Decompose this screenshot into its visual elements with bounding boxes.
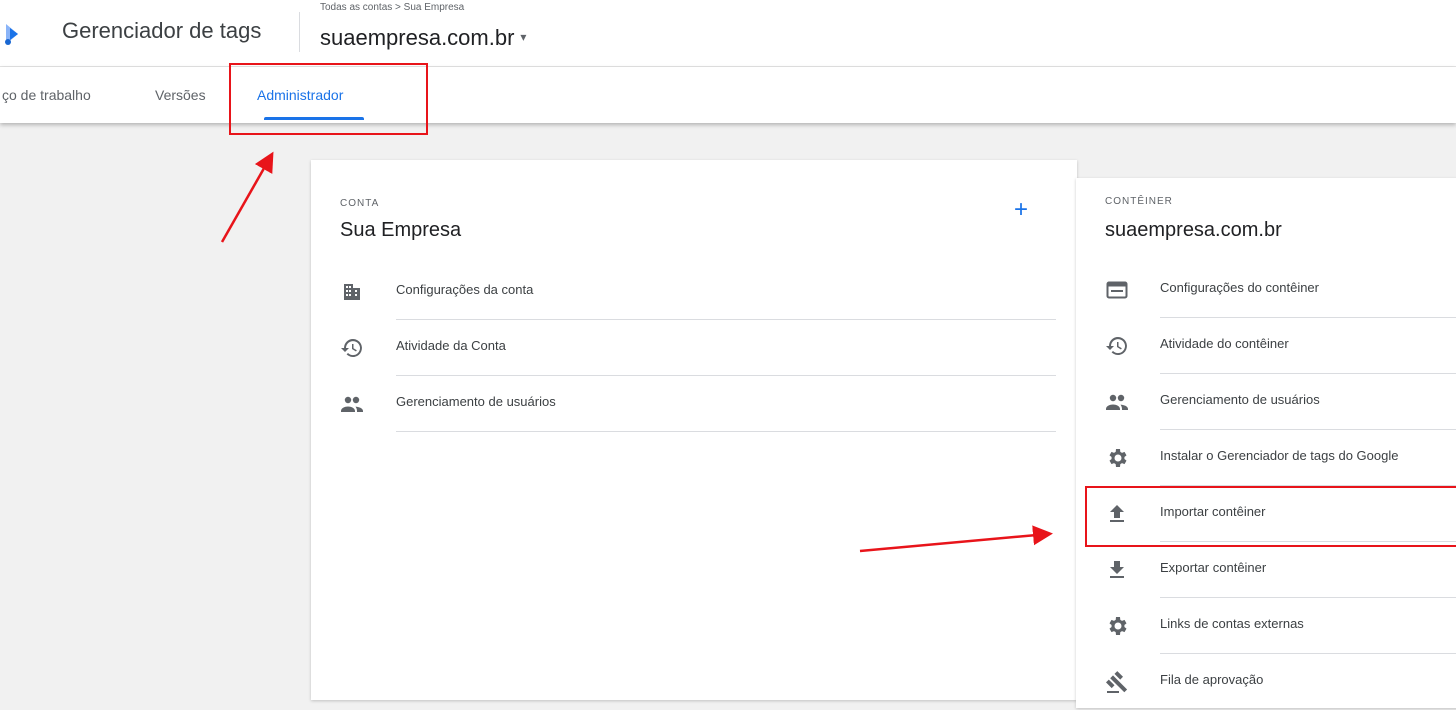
install-gtm-item[interactable]: Instalar o Gerenciador de tags do Google: [1105, 430, 1456, 486]
chevron-down-icon: ▾: [520, 30, 527, 44]
account-user-management-label: Gerenciamento de usuários: [396, 394, 556, 409]
export-container-item[interactable]: Exportar contêiner: [1105, 542, 1456, 598]
account-section-label: CONTA: [340, 198, 380, 209]
approval-queue-label: Fila de aprovação: [1160, 672, 1264, 687]
container-section-label: CONTÊINER: [1105, 196, 1173, 207]
window-icon: [1106, 281, 1128, 299]
account-activity-label: Atividade da Conta: [396, 338, 506, 353]
account-name: Sua Empresa: [340, 219, 462, 241]
container-card: CONTÊINER suaempresa.com.br Configuraçõe…: [1076, 178, 1456, 708]
history-icon: [341, 339, 362, 357]
container-user-management-item[interactable]: Gerenciamento de usuários: [1105, 374, 1456, 430]
gear-icon: [1109, 617, 1127, 635]
header-divider: [299, 12, 300, 52]
account-settings-label: Configurações da conta: [396, 282, 534, 297]
people-icon: [341, 396, 363, 412]
container-user-management-label: Gerenciamento de usuários: [1160, 392, 1320, 407]
import-container-highlight: [1085, 486, 1456, 547]
gear-icon: [1109, 449, 1127, 467]
approval-queue-item[interactable]: Fila de aprovação: [1105, 654, 1456, 710]
container-settings-label: Configurações do contêiner: [1160, 280, 1319, 295]
container-name: suaempresa.com.br: [320, 25, 515, 50]
top-bar: Gerenciador de tags Todas as contas > Su…: [0, 0, 1456, 67]
account-activity-item[interactable]: Atividade da Conta: [340, 320, 1056, 376]
history-icon: [1106, 337, 1127, 355]
container-activity-label: Atividade do contêiner: [1160, 336, 1289, 351]
account-card: CONTA Sua Empresa Configurações da conta…: [311, 160, 1077, 700]
install-gtm-label: Instalar o Gerenciador de tags do Google: [1160, 448, 1399, 463]
external-account-links-item[interactable]: Links de contas externas: [1105, 598, 1456, 654]
people-icon: [1106, 394, 1128, 410]
download-icon: [1110, 561, 1124, 578]
container-activity-item[interactable]: Atividade do contêiner: [1105, 318, 1456, 374]
external-account-links-label: Links de contas externas: [1160, 616, 1304, 631]
container-selector[interactable]: suaempresa.com.br ▾: [320, 25, 526, 51]
tag-manager-logo-icon[interactable]: [4, 22, 24, 46]
add-account-button[interactable]: +: [1014, 198, 1028, 222]
admin-tab-highlight: [229, 63, 428, 135]
account-settings-item[interactable]: Configurações da conta: [340, 264, 1056, 320]
row-divider: [396, 431, 1056, 432]
arrow-to-admin-tab: [220, 151, 274, 243]
gavel-icon: [1106, 671, 1128, 693]
building-icon: [344, 284, 360, 300]
export-container-label: Exportar contêiner: [1160, 560, 1267, 575]
container-title: suaempresa.com.br: [1105, 219, 1282, 241]
breadcrumb[interactable]: Todas as contas > Sua Empresa: [320, 2, 464, 13]
tab-versions[interactable]: Versões: [155, 87, 206, 103]
app-title: Gerenciador de tags: [62, 18, 262, 43]
tab-bar: ço de trabalho Versões Administrador: [0, 67, 1456, 123]
tab-workspace[interactable]: ço de trabalho: [2, 87, 91, 103]
account-user-management-item[interactable]: Gerenciamento de usuários: [340, 376, 1056, 432]
container-settings-item[interactable]: Configurações do contêiner: [1105, 262, 1456, 318]
